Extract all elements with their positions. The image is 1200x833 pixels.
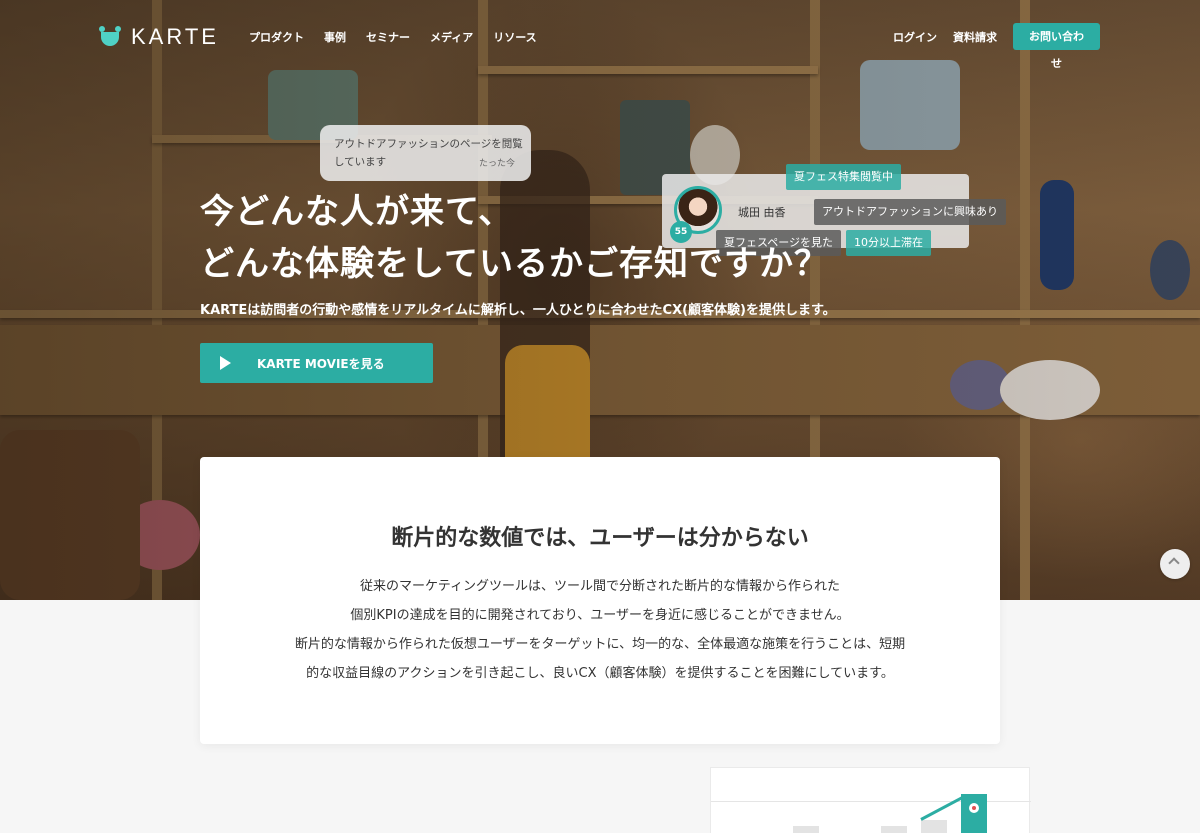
play-icon xyxy=(220,356,231,370)
body-line-4: 的な収益目線のアクションを引き起こし、良いCX（顧客体験）を提供することを困難に… xyxy=(306,666,894,681)
menu-item-seminar[interactable]: セミナー xyxy=(366,29,410,45)
activity-bubble: アウトドアファッションのページを閲覧しています たった今 xyxy=(320,125,531,181)
karte-logo-icon xyxy=(99,26,121,48)
scroll-top-button[interactable] xyxy=(1160,549,1190,579)
illustration-bar xyxy=(793,826,819,833)
body-line-2: 個別KPIの達成を目的に開発されており、ユーザーを身近に感じることができません。 xyxy=(350,608,850,623)
menu-item-product[interactable]: プロダクト xyxy=(249,29,304,45)
body-line-1: 従来のマーケティングツールは、ツール間で分断された断片的な情報から作られた xyxy=(360,579,840,594)
hero-subtext: KARTEは訪問者の行動や感情をリアルタイムに解析し、一人ひとりに合わせたCX(… xyxy=(200,303,836,318)
nav-actions: ログイン 資料請求 お問い合わせ xyxy=(893,23,1100,70)
contact-button[interactable]: お問い合わせ xyxy=(1013,23,1100,70)
tag-outdoor-interest: アウトドアファッションに興味あり xyxy=(814,199,1006,225)
movie-button-label: KARTE MOVIEを見る xyxy=(257,357,385,371)
menu-item-resources[interactable]: リソース xyxy=(493,29,536,45)
menu-item-cases[interactable]: 事例 xyxy=(324,29,346,45)
illustration-trend-line xyxy=(920,794,966,821)
karte-movie-button[interactable]: KARTE MOVIEを見る xyxy=(200,343,433,383)
activity-time: たった今 xyxy=(478,159,515,169)
request-docs-link[interactable]: 資料請求 xyxy=(953,29,997,45)
section-body: 従来のマーケティングツールは、ツール間で分断された断片的な情報から作られた 個別… xyxy=(280,572,920,688)
illustration-bar xyxy=(881,826,907,833)
smiley-face-icon xyxy=(969,803,979,813)
karte-logo[interactable]: KARTE xyxy=(99,24,219,50)
logo-text: KARTE xyxy=(131,24,219,49)
body-line-3: 断片的な情報から作られた仮想ユーザーをターゲットに、均一的な、全体最適な施策を行… xyxy=(294,637,906,652)
hero-headline: 今どんな人が来て、 どんな体験をしているかご存知ですか？ xyxy=(200,186,829,290)
analytics-illustration xyxy=(710,767,1031,833)
section-title: 断片的な数値では、ユーザーは分からない xyxy=(391,526,809,551)
headline-line-1: 今どんな人が来て、 xyxy=(200,192,514,232)
tag-stay-over-10min: 10分以上滞在 xyxy=(846,230,931,256)
intro-card: 断片的な数値では、ユーザーは分からない 従来のマーケティングツールは、ツール間で… xyxy=(200,457,1000,744)
menu-item-media[interactable]: メディア xyxy=(430,29,473,45)
top-navigation: KARTE プロダクト 事例 セミナー メディア リソース ログイン 資料請求 … xyxy=(0,0,1200,72)
login-link[interactable]: ログイン xyxy=(893,29,937,45)
illustration-marker xyxy=(961,794,987,833)
main-menu: プロダクト 事例 セミナー メディア リソース xyxy=(249,29,537,45)
illustration-bar xyxy=(921,820,947,833)
headline-line-2: どんな体験をしているかご存知ですか？ xyxy=(200,244,829,284)
